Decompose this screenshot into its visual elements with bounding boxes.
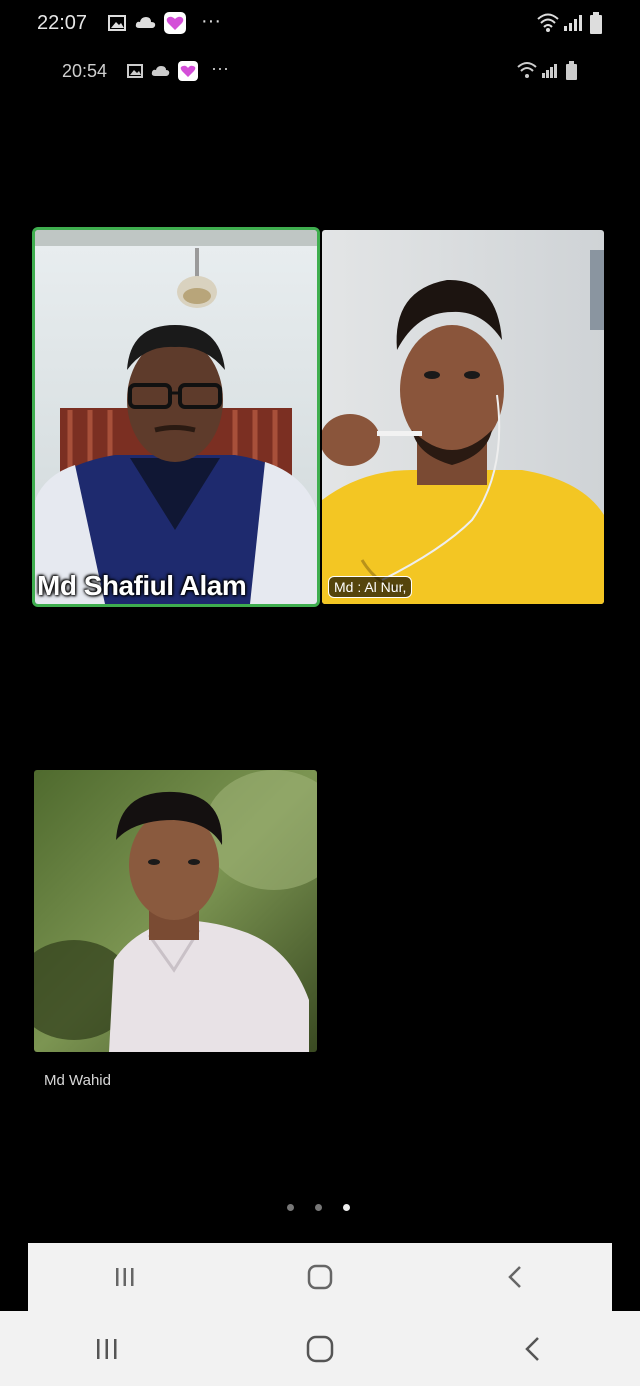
battery-icon	[590, 12, 602, 34]
back-icon	[507, 1266, 521, 1288]
video-tile-wahid[interactable]	[34, 770, 317, 1052]
recent-apps-button[interactable]	[77, 1329, 137, 1369]
home-button[interactable]	[290, 1257, 350, 1297]
wifi-icon	[517, 62, 537, 78]
inner-navigation-bar	[28, 1243, 612, 1311]
back-button[interactable]	[485, 1257, 545, 1297]
participant-name: Md Wahid	[44, 1072, 111, 1089]
participant-name: Md Shafiul Alam	[37, 570, 247, 601]
page-dot[interactable]	[287, 1204, 294, 1211]
home-button[interactable]	[290, 1329, 350, 1369]
participant-name: Md : Al Nur,	[328, 576, 413, 598]
video-tile-shafiul[interactable]: Md Shafiul Alam	[35, 230, 317, 604]
recent-apps-button[interactable]	[95, 1257, 155, 1297]
wifi-icon	[537, 13, 559, 32]
cloud-icon	[151, 66, 170, 76]
more-notifications: ···	[211, 58, 229, 78]
more-notifications: ···	[201, 10, 221, 32]
recent-apps-icon	[96, 1338, 117, 1359]
home-icon	[306, 1335, 334, 1362]
recent-apps-icon	[116, 1268, 134, 1286]
status-time: 20:54	[62, 61, 108, 81]
back-button[interactable]	[503, 1329, 563, 1369]
participant-photo	[34, 770, 317, 1052]
page-dot-active[interactable]	[343, 1204, 350, 1211]
signal-icon	[542, 64, 557, 78]
heart-app-icon	[164, 12, 186, 34]
page-dot[interactable]	[315, 1204, 322, 1211]
participant-video	[322, 230, 604, 604]
participant-video	[35, 230, 317, 604]
outer-navigation-bar	[0, 1311, 640, 1386]
battery-icon	[566, 61, 577, 80]
heart-app-icon	[178, 61, 198, 81]
cloud-icon	[135, 17, 156, 28]
gallery-icon	[127, 64, 143, 78]
home-icon	[307, 1264, 333, 1290]
status-time: 22:07	[37, 12, 88, 34]
gallery-icon	[108, 15, 126, 31]
back-icon	[525, 1336, 540, 1361]
video-tile-al-nur[interactable]: Md : Al Nur,	[322, 230, 604, 604]
signal-icon	[564, 15, 582, 31]
